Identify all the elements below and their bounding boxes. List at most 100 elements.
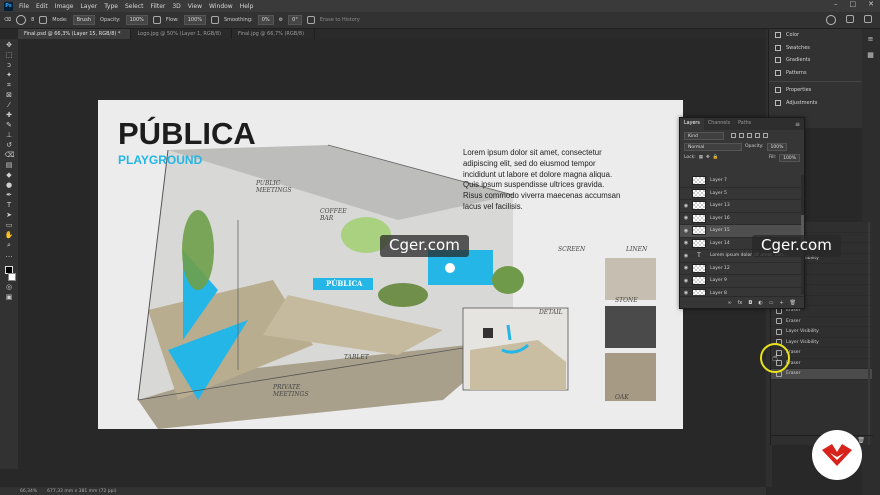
history-state[interactable]: Eraser xyxy=(771,317,872,327)
eraser-tool-icon[interactable]: ⌫ xyxy=(4,17,11,23)
tab-paths[interactable]: Paths xyxy=(734,118,755,130)
gradient-tool-icon[interactable]: ▤ xyxy=(5,162,14,169)
history-brush-tool-icon[interactable]: ↺ xyxy=(5,142,14,149)
document-canvas[interactable]: PÚBLICA PLAYGROUND Lorem ipsum dolor sit… xyxy=(98,100,683,429)
workspace-icon[interactable] xyxy=(846,15,854,23)
menu-image[interactable]: Image xyxy=(55,3,74,10)
layer-opacity-field[interactable]: 100% xyxy=(766,142,788,151)
move-tool-icon[interactable]: ✥ xyxy=(5,42,14,49)
layer-row[interactable]: ◉ Layer 13 xyxy=(680,200,802,213)
crop-tool-icon[interactable]: ⌗ xyxy=(5,82,14,89)
background-color-swatch[interactable] xyxy=(8,273,16,281)
pressure-opacity-icon[interactable] xyxy=(152,16,161,24)
path-selection-tool-icon[interactable]: ➤ xyxy=(5,212,14,219)
layer-name[interactable]: Layer 7 xyxy=(710,178,727,183)
pixel-filter-icon[interactable] xyxy=(731,133,736,138)
more-tools-icon[interactable]: … xyxy=(5,252,14,259)
menu-window[interactable]: Window xyxy=(209,3,233,10)
lock-pixels-icon[interactable]: ▦ xyxy=(699,155,703,160)
healing-tool-icon[interactable]: ✚ xyxy=(5,112,14,119)
screen-mode-icon[interactable]: ▣ xyxy=(5,294,14,301)
menu-layer[interactable]: Layer xyxy=(80,3,97,10)
shape-filter-icon[interactable] xyxy=(755,133,760,138)
visibility-eye-icon[interactable]: ◉ xyxy=(680,278,692,284)
delete-layer-icon[interactable]: 🗑 xyxy=(790,300,796,306)
angle-field[interactable]: 0° xyxy=(288,15,302,25)
gear-icon[interactable]: ⚙ xyxy=(279,17,283,23)
layer-row[interactable]: Layer 5 xyxy=(680,188,802,200)
add-mask-icon[interactable]: ◘ xyxy=(748,300,752,306)
maximize-icon[interactable]: □ xyxy=(850,0,857,8)
blend-mode-select[interactable]: Normal xyxy=(684,142,742,151)
dock-color[interactable]: Color xyxy=(769,29,862,42)
panel-menu-icon[interactable]: ≡ xyxy=(795,121,800,128)
lock-all-icon[interactable]: 🔒 xyxy=(713,155,719,160)
mode-select[interactable]: Brush xyxy=(72,15,96,25)
tab-channels[interactable]: Channels xyxy=(704,118,734,130)
layer-name[interactable]: Layer 15 xyxy=(710,228,730,233)
layer-row[interactable]: ◉ Layer 16 xyxy=(680,213,802,225)
smoothing-field[interactable]: 0% xyxy=(257,15,274,25)
share-icon[interactable] xyxy=(864,15,872,23)
layer-name[interactable]: Layer 16 xyxy=(710,216,730,221)
opacity-field[interactable]: 100% xyxy=(125,15,148,25)
airbrush-icon[interactable] xyxy=(211,16,219,24)
brush-preset-icon[interactable] xyxy=(16,15,27,25)
tab-final-jpg[interactable]: Final.jpg @ 66,7% (RGB/8) xyxy=(232,29,316,39)
layer-name[interactable]: Layer 5 xyxy=(710,191,727,196)
visibility-eye-icon[interactable]: ◉ xyxy=(680,265,692,271)
tab-logo-jpg[interactable]: Logo.jpg @ 50% (Layer 1, RGB/8) xyxy=(131,29,232,39)
libraries-icon[interactable]: ▦ xyxy=(866,51,875,59)
dock-properties[interactable]: Properties xyxy=(769,84,862,97)
visibility-eye-icon[interactable]: ◉ xyxy=(680,253,692,259)
menu-edit[interactable]: Edit xyxy=(36,3,48,10)
shape-tool-icon[interactable]: ▭ xyxy=(5,222,14,229)
dock-patterns[interactable]: Patterns xyxy=(769,67,862,80)
search-icon[interactable] xyxy=(826,15,836,25)
history-scrollbar[interactable] xyxy=(868,222,870,445)
magic-wand-tool-icon[interactable]: ✦ xyxy=(5,72,14,79)
link-layers-icon[interactable]: ∞ xyxy=(727,300,731,306)
photoshop-logo-icon[interactable]: Ps xyxy=(4,1,13,11)
dock-adjustments[interactable]: Adjustments xyxy=(769,97,862,110)
adjustment-layer-icon[interactable]: ◐ xyxy=(758,300,762,306)
visibility-eye-icon[interactable]: ◉ xyxy=(680,240,692,246)
blur-tool-icon[interactable]: ◆ xyxy=(5,172,14,179)
panel-arrange-icon[interactable]: ≡ xyxy=(866,35,875,43)
fill-field[interactable]: 100% xyxy=(779,153,800,162)
layer-row[interactable]: ◉ Layer 12 xyxy=(680,263,802,275)
quick-mask-icon[interactable]: ◎ xyxy=(5,284,14,291)
dodge-tool-icon[interactable]: ● xyxy=(5,182,14,189)
menu-file[interactable]: File xyxy=(19,3,29,10)
smart-object-filter-icon[interactable] xyxy=(763,133,768,138)
hand-tool-icon[interactable]: ✋ xyxy=(5,232,14,239)
dock-gradients[interactable]: Gradients xyxy=(769,54,862,67)
zoom-tool-icon[interactable]: ⌕ xyxy=(5,242,14,249)
minimize-icon[interactable]: – xyxy=(834,0,838,8)
menu-view[interactable]: View xyxy=(188,3,202,10)
layer-row[interactable]: Layer 7 xyxy=(680,175,802,188)
flow-field[interactable]: 100% xyxy=(183,15,206,25)
brush-settings-icon[interactable] xyxy=(39,16,48,24)
erase-history-checkbox[interactable] xyxy=(306,16,315,24)
history-state[interactable]: Eraser xyxy=(771,369,872,380)
new-layer-icon[interactable]: + xyxy=(779,300,783,306)
brush-tool-icon[interactable]: ✎ xyxy=(5,122,14,129)
close-icon[interactable]: ✕ xyxy=(868,0,874,8)
adjustment-filter-icon[interactable] xyxy=(739,133,744,138)
visibility-eye-icon[interactable]: ◉ xyxy=(680,290,692,295)
layer-row[interactable]: ◉ Layer 9 xyxy=(680,275,802,288)
pen-tool-icon[interactable]: ✒ xyxy=(5,192,14,199)
layer-name[interactable]: Layer 13 xyxy=(710,203,730,208)
menu-help[interactable]: Help xyxy=(240,3,254,10)
visibility-eye-icon[interactable]: ◉ xyxy=(680,215,692,221)
history-state[interactable]: Layer Visibility xyxy=(771,338,872,348)
stamp-tool-icon[interactable]: ⊥ xyxy=(5,132,14,139)
tab-layers[interactable]: Layers xyxy=(680,118,704,130)
visibility-eye-icon[interactable]: ◉ xyxy=(680,203,692,209)
eraser-tool-icon[interactable]: ⌫ xyxy=(5,152,15,159)
layer-name[interactable]: Layer 14 xyxy=(710,241,730,246)
zoom-level[interactable]: 66,34% xyxy=(20,489,37,494)
visibility-eye-icon[interactable]: ◉ xyxy=(680,228,692,234)
marquee-tool-icon[interactable]: ⬚ xyxy=(5,52,14,59)
